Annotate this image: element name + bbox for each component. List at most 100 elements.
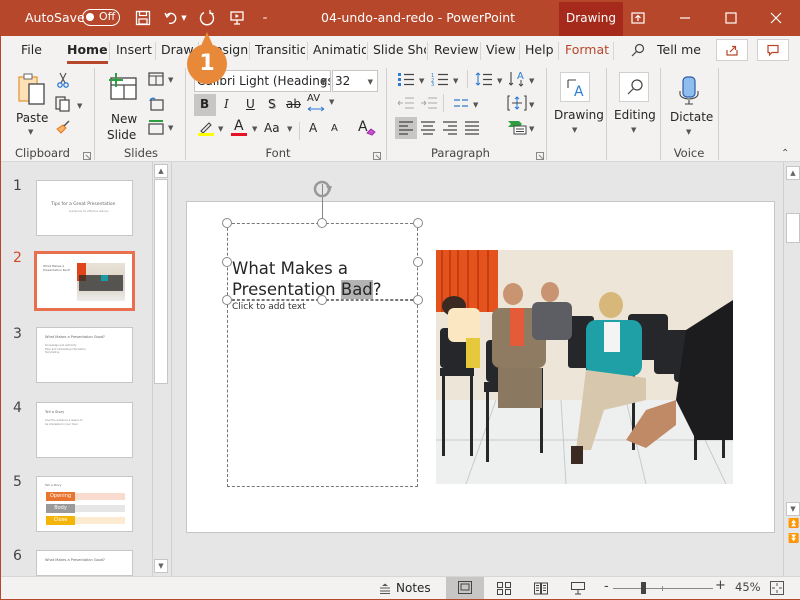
align-text-icon[interactable] [507, 94, 527, 112]
copy-icon[interactable] [55, 96, 71, 112]
resize-handle[interactable] [413, 218, 423, 228]
layout-icon[interactable] [148, 72, 164, 86]
strikethrough-button[interactable]: ab [286, 97, 301, 111]
tell-me-search[interactable]: Tell me [657, 42, 701, 57]
tab-view[interactable]: View [486, 42, 516, 57]
bullets-dropdown[interactable]: ▼ [419, 77, 424, 85]
collapse-ribbon-button[interactable]: ⌃ [781, 148, 789, 159]
dialog-launcher-icon[interactable] [373, 152, 381, 160]
resize-handle[interactable] [413, 295, 423, 305]
zoom-level[interactable]: 45% [735, 580, 761, 594]
normal-view-button[interactable] [446, 577, 484, 599]
autosave-toggle[interactable]: Off [82, 9, 120, 26]
zoom-slider-knob[interactable] [641, 582, 646, 594]
highlight-color-button[interactable]: ▼ [198, 120, 224, 140]
slide-sorter-icon[interactable] [497, 582, 511, 595]
slide-title[interactable]: What Makes a Presentation Bad? [232, 258, 382, 300]
font-size-combo[interactable]: 32 ▼ [332, 70, 378, 92]
zoom-in-button[interactable]: + [715, 578, 726, 593]
close-button[interactable] [753, 0, 799, 36]
font-color-button[interactable]: A ▼ [231, 118, 261, 140]
redo-button[interactable] [196, 8, 218, 28]
align-right-icon[interactable] [442, 121, 458, 135]
start-from-beginning-button[interactable] [226, 8, 248, 28]
tab-format[interactable]: Format [565, 42, 609, 57]
increase-indent-icon[interactable] [420, 97, 438, 109]
previous-slide-button[interactable]: ⏫ [788, 519, 799, 529]
resize-handle[interactable] [222, 218, 232, 228]
save-button[interactable] [132, 8, 154, 28]
slide-thumbnail-3[interactable]: What Makes a Presentation Good? Knowledg… [36, 327, 133, 383]
numbering-dropdown[interactable]: ▼ [453, 77, 458, 85]
share-button[interactable] [716, 39, 748, 61]
thumbnails-scrollbar[interactable]: ▲ ▼ [152, 162, 169, 576]
tab-file[interactable]: File [21, 42, 42, 57]
smartart-icon[interactable] [507, 119, 527, 135]
line-spacing-icon[interactable] [475, 72, 493, 86]
fit-slide-icon[interactable] [770, 581, 784, 595]
decrease-indent-icon[interactable] [397, 97, 415, 109]
customize-quick-access[interactable]: ₌ [254, 8, 276, 28]
italic-button[interactable]: I [224, 97, 229, 111]
scroll-down-button[interactable]: ▼ [786, 502, 800, 516]
dialog-launcher-icon[interactable] [83, 152, 91, 160]
next-slide-button[interactable]: ⏬ [788, 534, 799, 544]
resize-handle[interactable] [317, 218, 327, 228]
line-spacing-dropdown[interactable]: ▼ [497, 77, 502, 85]
maximize-button[interactable] [708, 0, 754, 36]
bold-button[interactable]: B [194, 94, 216, 116]
zoom-slider-track[interactable] [613, 588, 713, 589]
tab-home[interactable]: Home [67, 42, 108, 64]
slide-thumbnail-6[interactable]: What Makes a Presentation Good? [36, 550, 133, 576]
dialog-launcher-icon[interactable] [536, 152, 544, 160]
slide-show-icon[interactable] [571, 582, 585, 595]
scroll-up-button[interactable]: ▲ [154, 164, 168, 178]
tab-slide-show[interactable]: Slide Sho [373, 42, 426, 57]
zoom-out-button[interactable]: - [604, 579, 609, 594]
slide-thumbnail-2[interactable]: What Makes a Presentation Bad? [34, 251, 135, 311]
dictate-button[interactable]: Dictate ▼ [666, 68, 713, 140]
drawing-button[interactable]: A Drawing ▼ [553, 68, 604, 138]
minimize-button[interactable] [662, 0, 708, 36]
section-dropdown[interactable]: ▼ [168, 124, 173, 132]
columns-icon[interactable] [453, 98, 469, 108]
change-case-button[interactable]: Aa ▼ [264, 120, 294, 140]
section-icon[interactable] [148, 119, 164, 135]
slide-thumbnail-1[interactable]: Tips for a Great Presentation Guidelines… [36, 180, 133, 236]
resize-handle[interactable] [222, 295, 232, 305]
numbering-icon[interactable]: 123 [431, 72, 449, 86]
underline-button[interactable]: U [246, 97, 255, 111]
text-direction-dropdown[interactable]: ▼ [529, 77, 534, 85]
bullets-icon[interactable] [397, 72, 415, 86]
justify-icon[interactable] [464, 121, 480, 135]
columns-dropdown[interactable]: ▼ [473, 101, 478, 109]
tab-animations[interactable]: Animatio [313, 42, 366, 57]
shrink-font-button[interactable]: A [331, 123, 338, 134]
grow-font-button[interactable]: A [309, 121, 317, 135]
scroll-thumb[interactable] [154, 179, 168, 384]
align-left-button[interactable] [395, 117, 417, 139]
text-direction-icon[interactable]: A [509, 69, 527, 87]
content-placeholder[interactable]: Click to add text [232, 302, 306, 312]
reset-slide-icon[interactable] [148, 96, 164, 112]
tab-insert[interactable]: Insert [116, 42, 152, 57]
character-spacing-button[interactable]: AV ▼ [307, 93, 337, 115]
tab-review[interactable]: Review [434, 42, 479, 57]
copy-dropdown[interactable]: ▼ [77, 102, 82, 110]
layout-dropdown[interactable]: ▼ [168, 76, 173, 84]
reading-view-icon[interactable] [534, 582, 548, 595]
tab-transitions[interactable]: Transitio [255, 42, 305, 57]
scroll-down-button[interactable]: ▼ [154, 559, 168, 573]
smartart-dropdown[interactable]: ▼ [529, 125, 534, 133]
tab-help[interactable]: Help [525, 42, 554, 57]
scroll-up-button[interactable]: ▲ [786, 166, 800, 180]
align-center-icon[interactable] [420, 121, 436, 135]
cut-icon[interactable] [56, 72, 70, 88]
format-painter-icon[interactable] [55, 119, 71, 135]
rotate-handle-icon[interactable] [312, 178, 334, 200]
scroll-thumb[interactable] [786, 213, 800, 243]
new-slide-button[interactable]: New Slide [103, 70, 143, 142]
undo-dropdown[interactable]: ▼ [179, 8, 189, 28]
slide-thumbnail-5[interactable]: Tell a Story Opening Body Close [36, 476, 133, 532]
paste-button[interactable]: Paste ▼ [13, 70, 51, 140]
